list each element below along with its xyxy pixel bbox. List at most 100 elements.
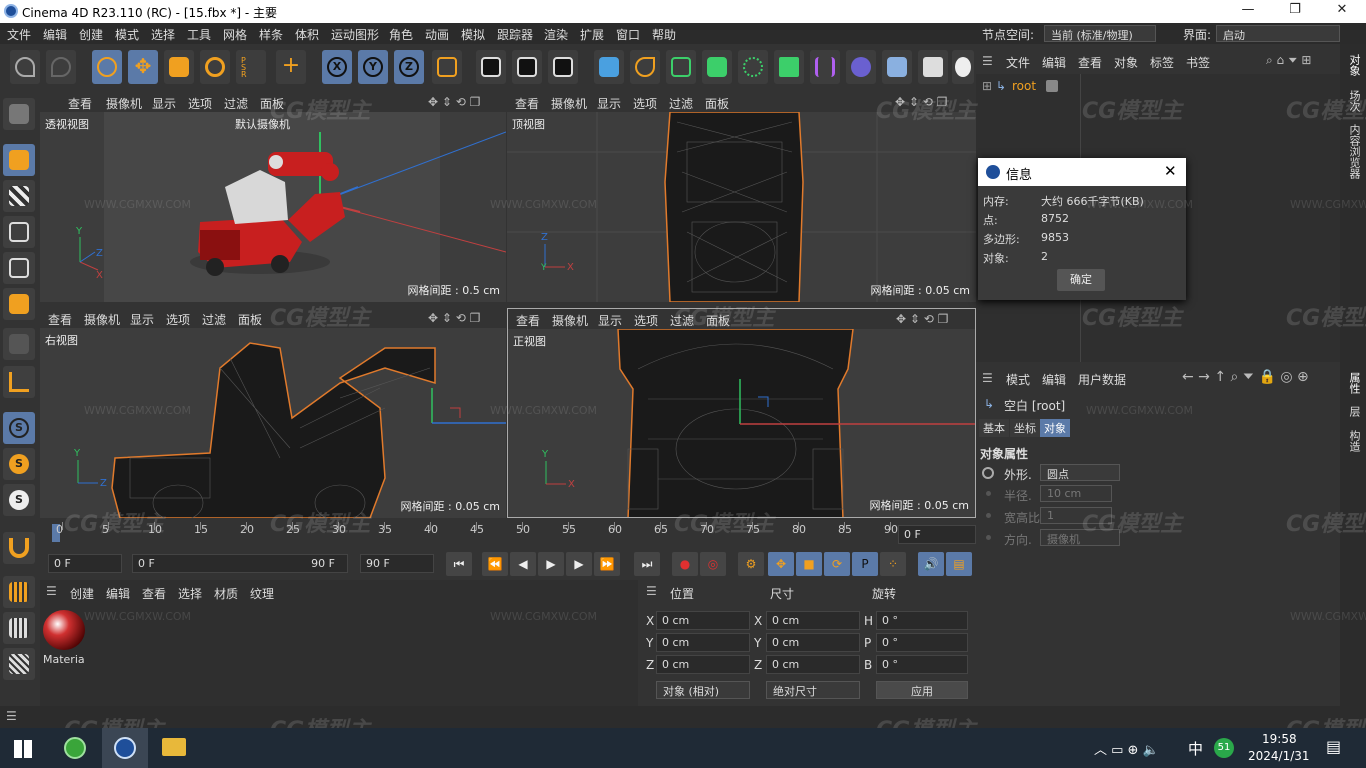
viewport-menu-options[interactable]: 选项 bbox=[166, 311, 190, 328]
tray-icons[interactable]: ︿ ▭ ⊕ 🔈 bbox=[1094, 739, 1159, 758]
x-axis-lock-button[interactable]: X bbox=[322, 50, 352, 84]
texture-mode-button[interactable] bbox=[3, 180, 35, 212]
layer-tag-icon[interactable] bbox=[1046, 80, 1058, 92]
menu-mograph[interactable]: 运动图形 bbox=[331, 26, 379, 43]
nav-arrows-icon[interactable]: ← → ↑ ⌕ ⏷ 🔒 ◎ ⊕ bbox=[1182, 369, 1309, 385]
menu-edit[interactable]: 编辑 bbox=[43, 26, 67, 43]
animate-radio-icon[interactable] bbox=[982, 467, 994, 479]
object-menu-edit[interactable]: 编辑 bbox=[1042, 54, 1066, 71]
model-mode-button[interactable] bbox=[3, 144, 35, 176]
interface-select[interactable]: 启动 bbox=[1216, 25, 1340, 42]
points-mode-button[interactable] bbox=[3, 216, 35, 248]
make-editable-button[interactable] bbox=[3, 98, 35, 130]
rot-h-field[interactable]: 0 ° bbox=[876, 611, 968, 630]
keyframe-selection-button[interactable]: ⚙ bbox=[738, 552, 764, 576]
next-key-button[interactable]: ⏩ bbox=[594, 552, 620, 576]
viewport-menu-view[interactable]: 查看 bbox=[515, 95, 539, 112]
prop-radius-field[interactable]: 10 cm bbox=[1040, 485, 1112, 502]
clock-time[interactable]: 19:58 bbox=[1262, 732, 1297, 746]
viewport-menu-display[interactable]: 显示 bbox=[152, 95, 176, 112]
magnet-button[interactable] bbox=[3, 532, 35, 564]
minimize-icon[interactable]: — bbox=[1238, 2, 1258, 20]
lock-workplane-button[interactable] bbox=[3, 612, 35, 644]
uv-mode-button[interactable] bbox=[3, 328, 35, 360]
attr-menu-mode[interactable]: 模式 bbox=[1006, 371, 1030, 388]
snap-settings-button[interactable]: S bbox=[3, 448, 35, 480]
viewport-nav-icons[interactable]: ✥ ⇕ ⟲ ❐ bbox=[896, 312, 948, 326]
viewport-menu-display[interactable]: 显示 bbox=[598, 312, 622, 329]
side-tab-layers[interactable]: 层 bbox=[1346, 406, 1362, 417]
material-name[interactable]: Materia bbox=[43, 653, 85, 666]
viewport-menu-display[interactable]: 显示 bbox=[130, 311, 154, 328]
rot-b-field[interactable]: 0 ° bbox=[876, 655, 968, 674]
workplane-mode-button[interactable] bbox=[3, 648, 35, 680]
hamburger-icon[interactable]: ☰ bbox=[646, 584, 657, 598]
viewport-nav-icons[interactable]: ✥ ⇕ ⟲ ❐ bbox=[428, 95, 480, 109]
cube-button[interactable] bbox=[594, 50, 624, 84]
key-rotation-button[interactable]: ⟳ bbox=[824, 552, 850, 576]
menu-mode[interactable]: 模式 bbox=[115, 26, 139, 43]
rotate-tool-button[interactable] bbox=[200, 50, 230, 84]
subdivision-button[interactable] bbox=[666, 50, 696, 84]
film-button[interactable]: ▤ bbox=[946, 552, 972, 576]
workplane-button[interactable] bbox=[3, 576, 35, 608]
file-explorer-icon[interactable] bbox=[162, 738, 186, 756]
side-tab-structure[interactable]: 构造 bbox=[1346, 430, 1362, 452]
viewport-menu-panel[interactable]: 面板 bbox=[705, 95, 729, 112]
menu-simulate[interactable]: 模拟 bbox=[461, 26, 485, 43]
attr-menu-edit[interactable]: 编辑 bbox=[1042, 371, 1066, 388]
pos-y-field[interactable]: 0 cm bbox=[656, 633, 750, 652]
menu-window[interactable]: 窗口 bbox=[616, 26, 640, 43]
size-y-field[interactable]: 0 cm bbox=[766, 633, 860, 652]
object-menu-file[interactable]: 文件 bbox=[1006, 54, 1030, 71]
viewport-perspective[interactable]: 查看 摄像机 显示 选项 过滤 面板 ✥ ⇕ ⟲ ❐ Y X Z 透视视图 默认… bbox=[40, 92, 506, 302]
object-root[interactable]: root bbox=[1012, 79, 1036, 93]
material-menu-material[interactable]: 材质 bbox=[214, 585, 238, 602]
polygons-mode-button[interactable] bbox=[3, 288, 35, 320]
render-view-button[interactable] bbox=[476, 50, 506, 84]
viewport-front[interactable]: 查看 摄像机 显示 选项 过滤 面板 ✥ ⇕ ⟲ ❐ Y X 正视图 网格间距 … bbox=[507, 308, 976, 518]
y-axis-lock-button[interactable]: Y bbox=[358, 50, 388, 84]
frame-range-slider[interactable]: 0 F 90 F bbox=[132, 554, 348, 573]
sound-button[interactable]: 🔊 bbox=[918, 552, 944, 576]
viewport-menu-camera[interactable]: 摄像机 bbox=[552, 312, 588, 329]
size-z-field[interactable]: 0 cm bbox=[766, 655, 860, 674]
viewport-menu-filter[interactable]: 过滤 bbox=[202, 311, 226, 328]
material-menu-texture[interactable]: 纹理 bbox=[250, 585, 274, 602]
key-position-button[interactable]: ✥ bbox=[768, 552, 794, 576]
action-center-icon[interactable]: ▤ bbox=[1326, 737, 1341, 756]
viewport-menu-panel[interactable]: 面板 bbox=[706, 312, 730, 329]
menu-tools[interactable]: 工具 bbox=[187, 26, 211, 43]
attr-menu-userdata[interactable]: 用户数据 bbox=[1078, 371, 1126, 388]
viewport-menu-filter[interactable]: 过滤 bbox=[669, 95, 693, 112]
viewport-menu-options[interactable]: 选项 bbox=[188, 95, 212, 112]
material-menu-create[interactable]: 创建 bbox=[70, 585, 94, 602]
play-button[interactable]: ▶ bbox=[538, 552, 564, 576]
timeline-ruler[interactable]: 0 5 10 15 20 25 30 35 40 45 50 55 60 65 70 75 80 85 90 0 F bbox=[40, 520, 976, 548]
side-tab-takes[interactable]: 场次 bbox=[1346, 90, 1362, 112]
viewport-right[interactable]: 查看 摄像机 显示 选项 过滤 面板 ✥ ⇕ ⟲ ❐ Y Z 右视图 网格间距 … bbox=[40, 308, 506, 518]
render-settings-button[interactable] bbox=[548, 50, 578, 84]
side-tab-objects[interactable]: 对象 bbox=[1346, 54, 1362, 76]
close-icon[interactable]: ✕ bbox=[1332, 2, 1352, 20]
material-menu-view[interactable]: 查看 bbox=[142, 585, 166, 602]
hamburger-icon[interactable]: ☰ bbox=[982, 54, 993, 68]
camera-button[interactable] bbox=[918, 50, 948, 84]
scale-tool-button[interactable] bbox=[164, 50, 194, 84]
auto-key-button[interactable]: ◎ bbox=[700, 552, 726, 576]
taskbar-cinema4d[interactable] bbox=[102, 728, 148, 768]
viewport-menu-filter[interactable]: 过滤 bbox=[670, 312, 694, 329]
cloner-button[interactable] bbox=[738, 50, 768, 84]
hamburger-icon[interactable]: ☰ bbox=[6, 709, 17, 723]
material-menu-select[interactable]: 选择 bbox=[178, 585, 202, 602]
deformer-button[interactable] bbox=[810, 50, 840, 84]
hamburger-icon[interactable]: ☰ bbox=[982, 371, 993, 385]
menu-animate[interactable]: 动画 bbox=[425, 26, 449, 43]
viewport-nav-icons[interactable]: ✥ ⇕ ⟲ ❐ bbox=[428, 311, 480, 325]
menu-character[interactable]: 角色 bbox=[389, 26, 413, 43]
axis-tool-button[interactable]: + bbox=[276, 50, 306, 84]
maximize-icon[interactable]: ❐ bbox=[1285, 2, 1305, 20]
tab-coordinates[interactable]: 坐标 bbox=[1010, 419, 1040, 437]
viewport-nav-icons[interactable]: ✥ ⇕ ⟲ ❐ bbox=[895, 95, 947, 109]
menu-tracker[interactable]: 跟踪器 bbox=[497, 26, 533, 43]
